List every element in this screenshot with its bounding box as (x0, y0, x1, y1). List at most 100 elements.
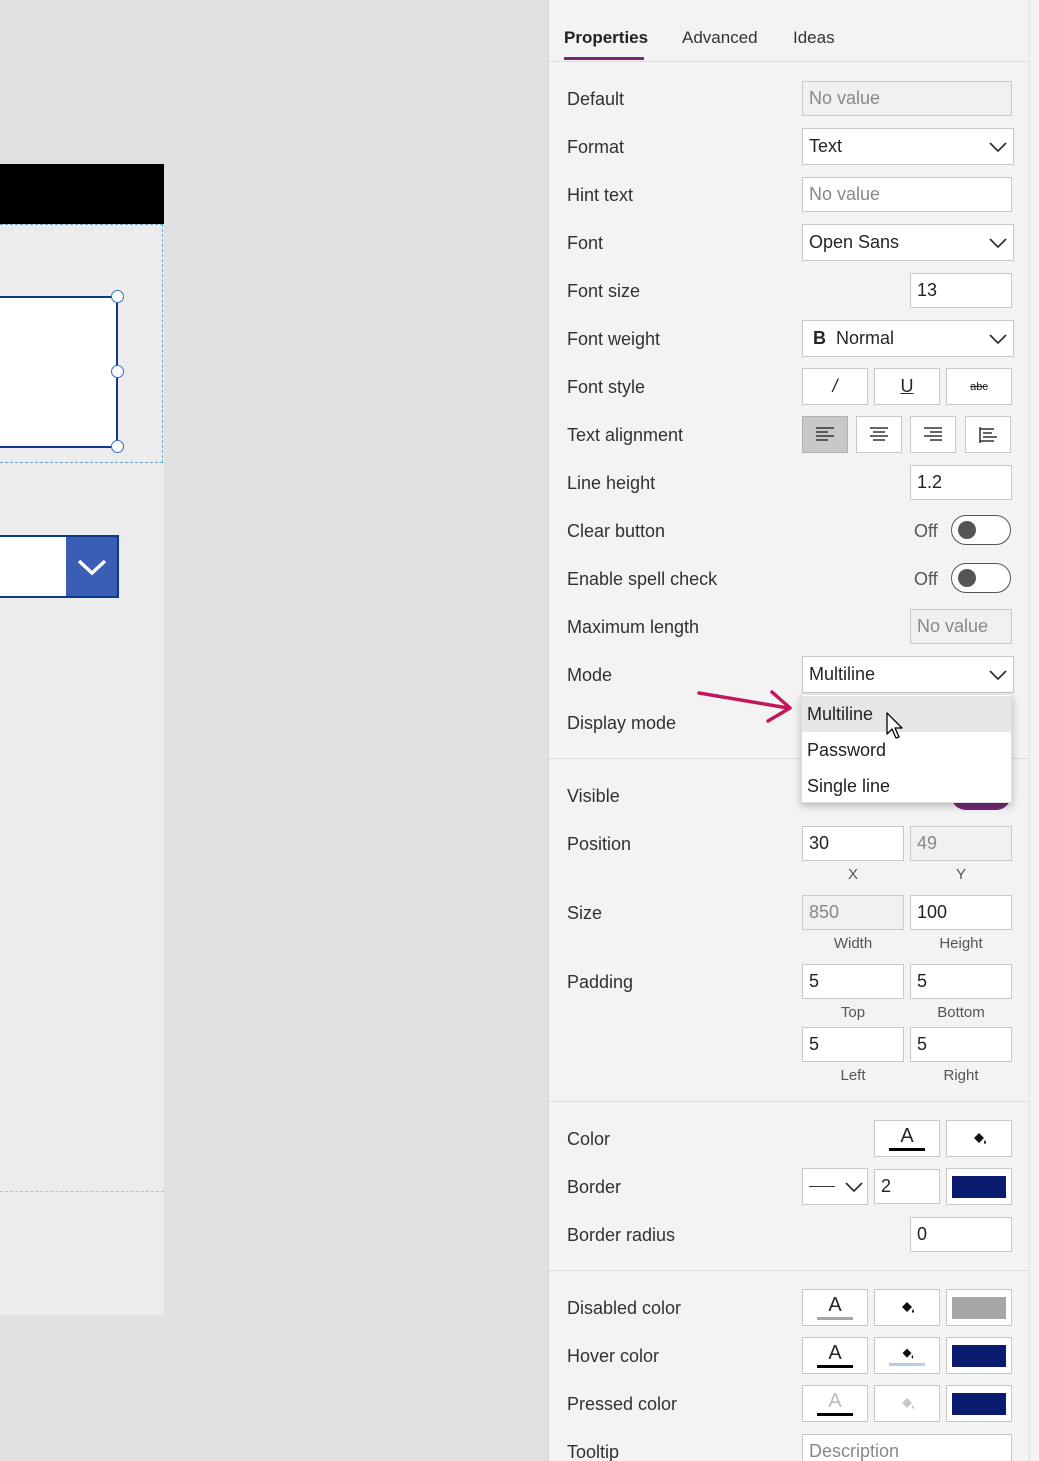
hint-text-input[interactable]: No value (802, 177, 1012, 212)
align-left-icon (816, 426, 834, 441)
tab-properties[interactable]: Properties (564, 28, 648, 48)
font-size-label: Font size (567, 281, 641, 301)
border-color-button[interactable] (946, 1168, 1012, 1205)
underline-button[interactable]: U (874, 368, 940, 405)
section-divider (549, 1101, 1030, 1102)
italic-icon: / (832, 376, 838, 396)
bold-b-icon: B (813, 328, 826, 348)
size-width-input[interactable]: 850 (802, 895, 904, 930)
tooltip-input[interactable]: Description (802, 1434, 1012, 1461)
default-input[interactable]: No value (802, 81, 1012, 116)
tooltip-label: Tooltip (567, 1442, 620, 1461)
hint-text-label: Hint text (567, 185, 634, 205)
hover-fill-color-button[interactable] (874, 1337, 940, 1374)
fill-color-button[interactable] (946, 1120, 1012, 1157)
font-size-input[interactable]: 13 (910, 273, 1012, 308)
disabled-fill-color-button[interactable] (874, 1289, 940, 1326)
section-divider (549, 1270, 1030, 1271)
position-label: Position (567, 834, 632, 854)
clear-button-toggle[interactable] (951, 515, 1011, 545)
border-radius-label: Border radius (567, 1225, 676, 1245)
active-tab-indicator (564, 57, 644, 60)
annotation-arrow-icon (697, 690, 792, 723)
align-right-icon (924, 426, 942, 441)
color-bar (817, 1365, 853, 1368)
visible-label: Visible (567, 786, 620, 806)
size-height-input[interactable]: 100 (910, 895, 1012, 930)
color-bar (889, 1363, 925, 1366)
padding-right-input[interactable]: 5 (910, 1027, 1012, 1062)
paint-bucket-icon (974, 1132, 986, 1144)
strikethrough-button[interactable]: abc (946, 368, 1012, 405)
color-bar (817, 1413, 853, 1416)
clear-button-state: Off (914, 521, 938, 541)
font-weight-label: Font weight (567, 329, 661, 349)
hover-text-color-button[interactable]: A (802, 1337, 868, 1374)
mode-dropdown[interactable]: Multiline (802, 656, 1014, 693)
chevron-down-icon (845, 1181, 863, 1192)
border-thickness-input[interactable]: 2 (874, 1169, 940, 1204)
format-label: Format (567, 137, 625, 157)
color-bar (889, 1148, 925, 1151)
disabled-border-color-button[interactable] (946, 1289, 1012, 1326)
align-right-button[interactable] (910, 416, 956, 453)
padding-top-input[interactable]: 5 (802, 964, 904, 999)
chevron-down-icon (989, 238, 1007, 249)
padding-left-input[interactable]: 5 (802, 1027, 904, 1062)
hover-color-swatch (952, 1344, 1006, 1367)
padding-bottom-caption: Bottom (937, 1004, 985, 1021)
resize-handle-right[interactable] (111, 365, 124, 378)
pressed-color-swatch (952, 1392, 1006, 1415)
combo-chevron-button[interactable] (66, 537, 117, 596)
format-value: Text (809, 136, 843, 156)
mode-label: Mode (567, 665, 613, 685)
border-label: Border (567, 1177, 622, 1197)
maximum-length-input[interactable]: No value (910, 609, 1012, 644)
disabled-color-swatch (952, 1296, 1006, 1319)
clear-button-label: Clear button (567, 521, 666, 541)
text-color-button[interactable]: A (874, 1120, 940, 1157)
align-left-button[interactable] (802, 416, 848, 453)
italic-button[interactable]: / (802, 368, 868, 405)
align-center-button[interactable] (856, 416, 902, 453)
resize-handle-top-right[interactable] (111, 290, 124, 303)
font-color-icon: A (828, 1390, 842, 1412)
padding-bottom-input[interactable]: 5 (910, 964, 1012, 999)
hover-border-color-button[interactable] (946, 1337, 1012, 1374)
position-x-input[interactable]: 30 (802, 826, 904, 861)
default-label: Default (567, 89, 625, 109)
mode-value: Multiline (809, 664, 876, 684)
font-weight-dropdown[interactable]: B Normal (802, 320, 1014, 357)
size-width-caption: Width (833, 935, 873, 952)
size-height-caption: Height (939, 935, 983, 952)
border-style-dropdown[interactable] (802, 1168, 868, 1205)
text-alignment-label: Text alignment (567, 425, 684, 445)
format-dropdown[interactable]: Text (802, 128, 1014, 165)
strikethrough-icon: abc (970, 380, 988, 393)
pressed-text-color-button[interactable]: A (802, 1385, 868, 1422)
toggle-knob (958, 569, 976, 587)
font-color-icon: A (900, 1125, 914, 1147)
color-bar (817, 1317, 853, 1320)
panel-tabs: Properties Advanced Ideas (549, 0, 1030, 62)
mode-option-single-line[interactable]: Single line (802, 768, 1011, 804)
combo-box-control[interactable] (0, 535, 119, 598)
resize-handle-bottom-right[interactable] (111, 440, 124, 453)
pressed-fill-color-button[interactable] (874, 1385, 940, 1422)
align-top-icon (979, 426, 997, 443)
padding-top-caption: Top (840, 1004, 866, 1021)
selected-text-input-control[interactable] (0, 296, 118, 448)
position-y-input[interactable]: 49 (910, 826, 1012, 861)
tab-advanced[interactable]: Advanced (682, 28, 758, 48)
line-height-input[interactable]: 1.2 (910, 465, 1012, 500)
font-dropdown[interactable]: Open Sans (802, 224, 1014, 261)
font-style-label: Font style (567, 377, 646, 397)
disabled-text-color-button[interactable]: A (802, 1289, 868, 1326)
hover-color-label: Hover color (567, 1346, 660, 1366)
border-radius-input[interactable]: 0 (910, 1217, 1012, 1252)
pressed-border-color-button[interactable] (946, 1385, 1012, 1422)
align-justify-button[interactable] (965, 416, 1011, 453)
solid-line-icon (809, 1186, 835, 1187)
spell-check-toggle[interactable] (951, 563, 1011, 593)
tab-ideas[interactable]: Ideas (793, 28, 835, 48)
